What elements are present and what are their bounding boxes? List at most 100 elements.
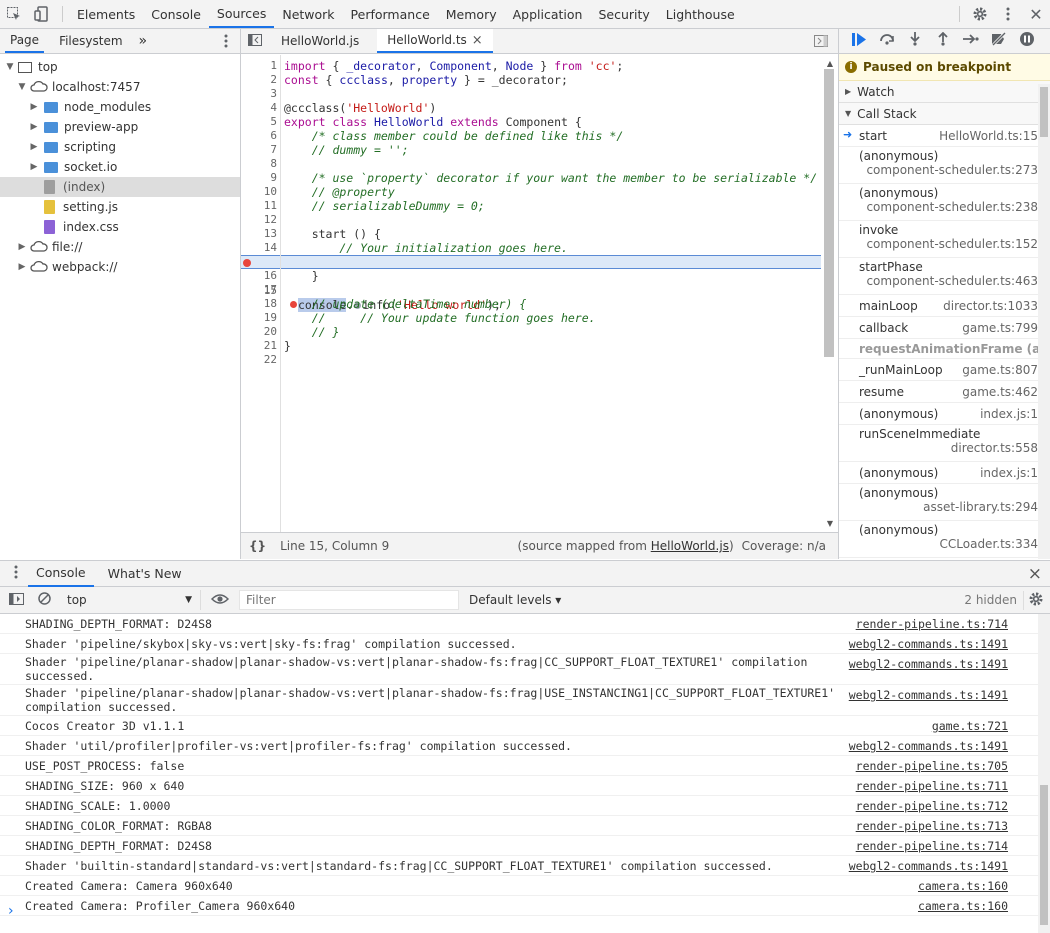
- message-source-link[interactable]: webgl2-commands.ts:1491: [849, 637, 1008, 651]
- message-source-link[interactable]: render-pipeline.ts:714: [856, 617, 1008, 631]
- kebab-menu-icon[interactable]: [224, 34, 228, 51]
- tab-security[interactable]: Security: [590, 0, 657, 28]
- tree-item-top[interactable]: ▼ top: [0, 57, 240, 77]
- call-stack-section-header[interactable]: ▼ Call Stack: [839, 103, 1050, 125]
- step-out-icon[interactable]: [929, 31, 957, 50]
- call-frame[interactable]: callback game.ts:799: [839, 317, 1050, 339]
- call-frame[interactable]: mainLoop director.ts:1033: [839, 295, 1050, 317]
- message-source-link[interactable]: webgl2-commands.ts:1491: [849, 688, 1008, 702]
- step-over-icon[interactable]: [873, 33, 901, 49]
- call-frame[interactable]: _runMainLoop game.ts:807: [839, 359, 1050, 381]
- filter-input[interactable]: Filter: [239, 590, 459, 610]
- tab-application[interactable]: Application: [505, 0, 591, 28]
- scroll-down-arrow[interactable]: ▼: [827, 519, 833, 528]
- kebab-menu-icon[interactable]: [14, 565, 18, 582]
- tab-elements[interactable]: Elements: [69, 0, 143, 28]
- log-levels-dropdown[interactable]: Default levels ▾: [469, 593, 561, 607]
- tab-filesystem[interactable]: Filesystem: [54, 29, 127, 53]
- breakpoint-marker[interactable]: [243, 259, 251, 267]
- call-frame[interactable]: (anonymous) index.js:1: [839, 462, 1050, 484]
- message-source-link[interactable]: webgl2-commands.ts:1491: [849, 739, 1008, 753]
- toggle-debugger-icon[interactable]: [814, 35, 828, 50]
- call-frame[interactable]: (anonymous) CCLoader.ts:334: [839, 521, 1050, 558]
- sidebar-scrollbar[interactable]: [1038, 84, 1050, 559]
- frame-location[interactable]: component-scheduler.ts:463: [859, 274, 1038, 288]
- frame-location[interactable]: game.ts:799: [962, 321, 1038, 335]
- tab-network[interactable]: Network: [274, 0, 342, 28]
- tree-item-folder[interactable]: ▶ node_modules: [0, 97, 240, 117]
- tree-item-localhost[interactable]: ▼ localhost:7457: [0, 77, 240, 97]
- message-source-link[interactable]: game.ts:721: [932, 719, 1008, 733]
- tree-item-file[interactable]: index.css: [0, 217, 240, 237]
- pause-on-exceptions-icon[interactable]: [1013, 32, 1041, 50]
- call-frame[interactable]: resume game.ts:462: [839, 381, 1050, 403]
- close-drawer-icon[interactable]: ×: [1028, 564, 1042, 584]
- chevron-right-icon[interactable]: ▶: [16, 262, 28, 272]
- frame-location[interactable]: game.ts:807: [962, 363, 1038, 377]
- gear-icon[interactable]: [1023, 590, 1044, 610]
- frame-location[interactable]: index.js:1: [980, 407, 1038, 421]
- gear-icon[interactable]: [966, 0, 994, 28]
- tree-item-folder[interactable]: ▶ socket.io: [0, 157, 240, 177]
- step-into-icon[interactable]: [901, 32, 929, 50]
- close-icon[interactable]: ✕: [1022, 0, 1050, 28]
- clear-console-icon[interactable]: [38, 592, 51, 608]
- frame-location[interactable]: HelloWorld.ts:15: [939, 129, 1038, 143]
- chevron-down-icon[interactable]: ▼: [16, 82, 28, 92]
- tab-lighthouse[interactable]: Lighthouse: [658, 0, 743, 28]
- tree-item-file[interactable]: (index): [0, 177, 240, 197]
- call-frame[interactable]: (anonymous) asset-library.ts:294: [839, 484, 1050, 521]
- call-frame[interactable]: requestAnimationFrame (a...: [839, 339, 1050, 359]
- show-sidebar-icon[interactable]: [9, 592, 24, 608]
- frame-location[interactable]: asset-library.ts:294: [859, 500, 1038, 514]
- kebab-menu-icon[interactable]: [994, 0, 1022, 28]
- frame-location[interactable]: component-scheduler.ts:273: [859, 163, 1038, 177]
- watch-section-header[interactable]: ▶ Watch: [839, 81, 1050, 103]
- frame-location[interactable]: index.js:1: [980, 466, 1038, 480]
- tab-page[interactable]: Page: [5, 29, 45, 53]
- resume-icon[interactable]: [845, 32, 873, 50]
- tab-whats-new[interactable]: What's New: [100, 561, 190, 587]
- call-frame[interactable]: startPhase component-scheduler.ts:463: [839, 258, 1050, 295]
- editor-scrollbar[interactable]: [824, 69, 834, 357]
- deactivate-breakpoints-icon[interactable]: [985, 31, 1013, 50]
- tab-memory[interactable]: Memory: [438, 0, 505, 28]
- tab-console-drawer[interactable]: Console: [28, 561, 94, 587]
- tab-helloworld-js[interactable]: HelloWorld.js: [271, 29, 369, 53]
- call-frame[interactable]: (anonymous) index.js:1: [839, 403, 1050, 425]
- tab-console[interactable]: Console: [143, 0, 209, 28]
- sidebar-scrollbar-thumb[interactable]: [1040, 87, 1048, 137]
- chevron-right-icon[interactable]: ▶: [28, 162, 40, 172]
- frame-location[interactable]: component-scheduler.ts:152: [859, 237, 1038, 251]
- call-frame[interactable]: runSceneImmediate director.ts:558: [839, 425, 1050, 462]
- console-scrollbar-thumb[interactable]: [1040, 785, 1048, 925]
- frame-location[interactable]: component-scheduler.ts:238: [859, 200, 1038, 214]
- step-icon[interactable]: [957, 33, 985, 49]
- call-frame[interactable]: ➜ start HelloWorld.ts:15: [839, 125, 1050, 147]
- source-map-link[interactable]: HelloWorld.js: [651, 539, 729, 553]
- scroll-up-arrow[interactable]: ▲: [827, 59, 833, 68]
- message-source-link[interactable]: camera.ts:160: [918, 879, 1008, 893]
- tree-item-file-root[interactable]: ▶ file://: [0, 237, 240, 257]
- frame-location[interactable]: director.ts:558: [859, 441, 1038, 455]
- frame-location[interactable]: CCLoader.ts:334: [859, 537, 1038, 551]
- context-select[interactable]: top ▼: [61, 590, 201, 610]
- message-source-link[interactable]: render-pipeline.ts:714: [856, 839, 1008, 853]
- more-tabs-icon[interactable]: »: [134, 29, 153, 53]
- inspect-element-icon[interactable]: [0, 0, 28, 28]
- code-view[interactable]: 1 import { _decorator, Component, Node } …: [241, 55, 821, 532]
- frame-location[interactable]: game.ts:462: [962, 385, 1038, 399]
- message-source-link[interactable]: render-pipeline.ts:705: [856, 759, 1008, 773]
- chevron-right-icon[interactable]: ▶: [28, 142, 40, 152]
- chevron-right-icon[interactable]: ▶: [28, 102, 40, 112]
- console-prompt[interactable]: ›: [8, 903, 14, 919]
- message-source-link[interactable]: render-pipeline.ts:712: [856, 799, 1008, 813]
- tab-performance[interactable]: Performance: [343, 0, 438, 28]
- message-source-link[interactable]: render-pipeline.ts:713: [856, 819, 1008, 833]
- toggle-navigator-icon[interactable]: [241, 33, 269, 49]
- close-tab-icon[interactable]: ×: [472, 33, 483, 48]
- tree-item-folder[interactable]: ▶ preview-app: [0, 117, 240, 137]
- message-source-link[interactable]: webgl2-commands.ts:1491: [849, 859, 1008, 873]
- tree-item-folder[interactable]: ▶ scripting: [0, 137, 240, 157]
- call-frame[interactable]: (anonymous) component-scheduler.ts:238: [839, 184, 1050, 221]
